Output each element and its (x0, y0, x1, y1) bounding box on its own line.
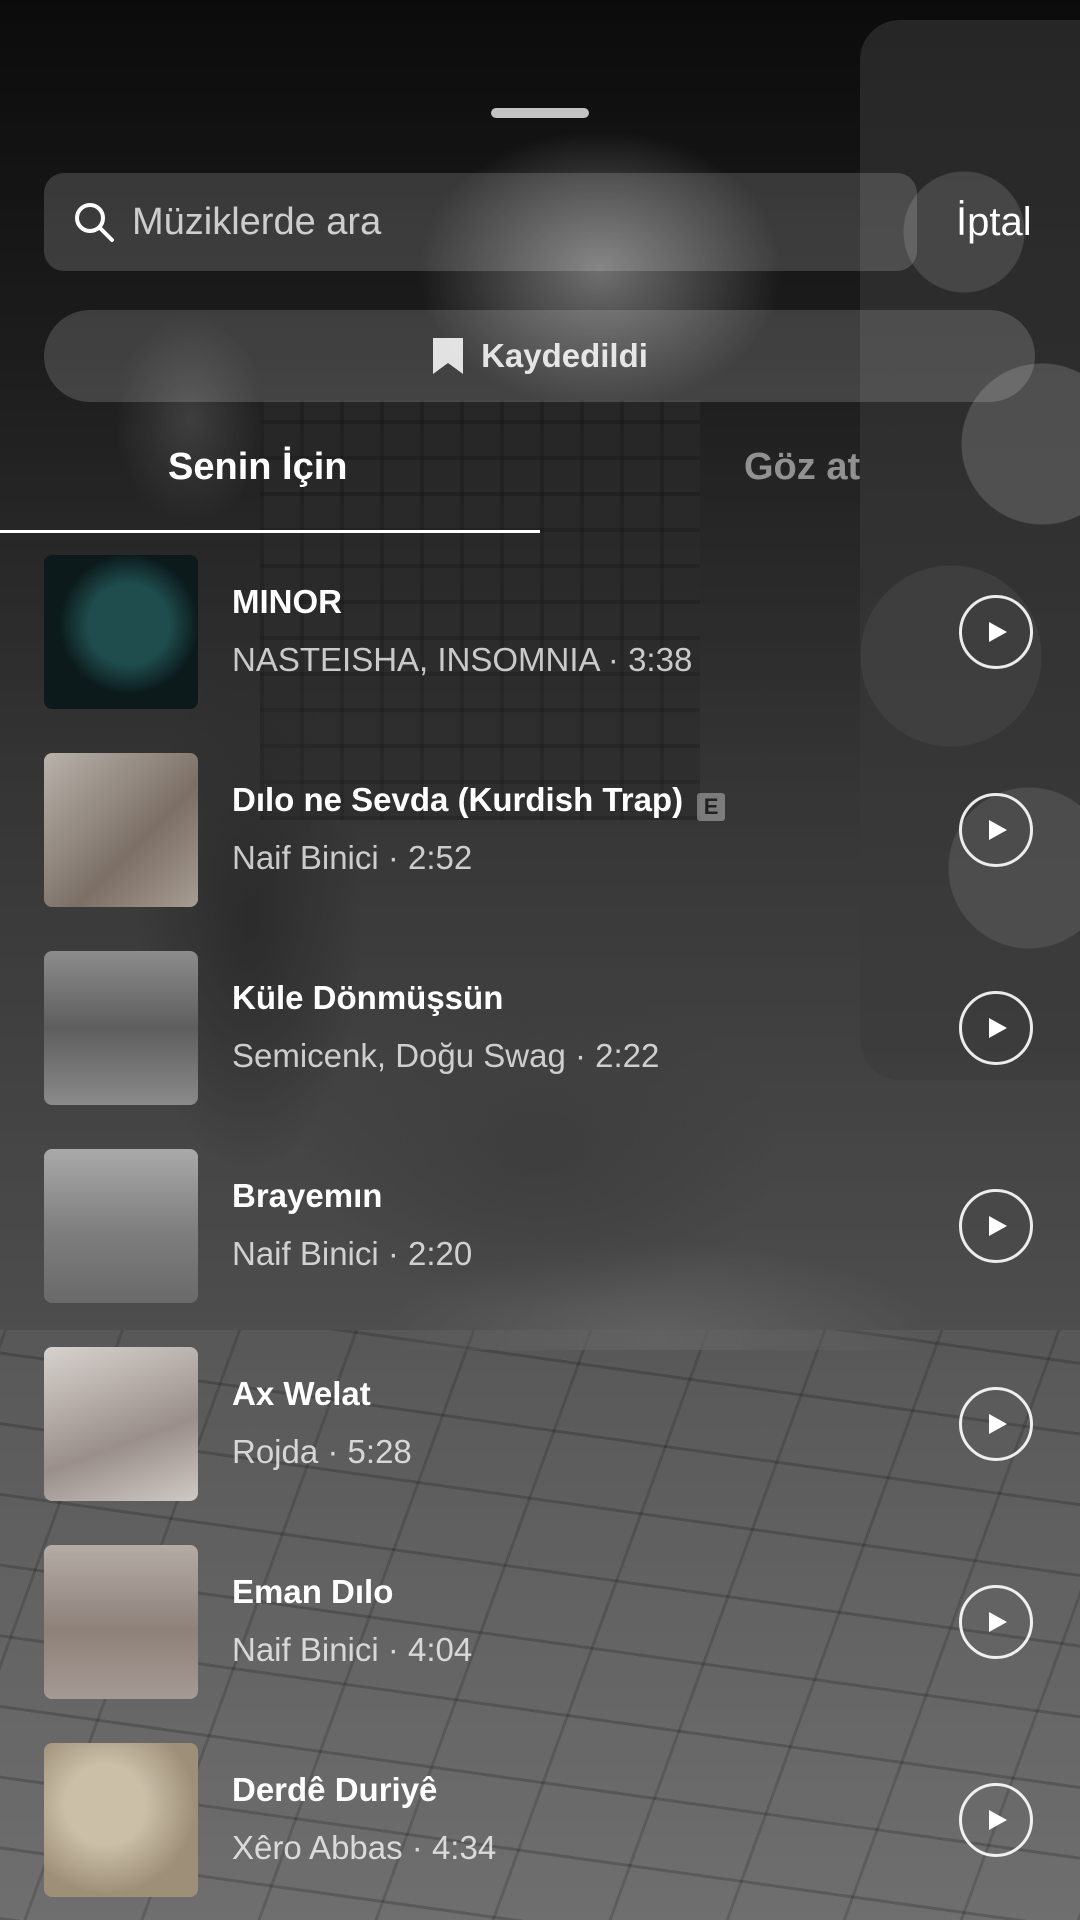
song-subtitle: Naif Binici · 2:20 (232, 1235, 473, 1272)
play-button[interactable] (959, 1585, 1033, 1659)
album-cover (44, 1347, 198, 1501)
bookmark-icon (433, 338, 464, 374)
album-cover (44, 753, 198, 907)
song-title: Ax Welat (232, 1375, 371, 1412)
play-icon (989, 1810, 1007, 1830)
play-button[interactable] (959, 793, 1033, 867)
play-icon (989, 1216, 1007, 1236)
song-subtitle: NASTEISHA, INSOMNIA · 3:38 (232, 641, 693, 678)
song-title: MINOR (232, 583, 342, 620)
song-subtitle: Naif Binici · 4:04 (232, 1631, 473, 1668)
album-cover (44, 951, 198, 1105)
album-cover (44, 555, 198, 709)
search-input[interactable] (130, 199, 917, 245)
saved-button[interactable]: Kaydedildi (44, 310, 1035, 402)
song-subtitle: Rojda · 5:28 (232, 1433, 412, 1470)
saved-label: Kaydedildi (481, 337, 648, 374)
play-icon (989, 1612, 1007, 1632)
tab-bar: Senin İçin Göz at (0, 440, 1080, 536)
song-title: Eman Dılo (232, 1573, 394, 1610)
song-title: Derdê Duriyê (232, 1771, 438, 1808)
search-bar[interactable] (44, 173, 917, 271)
play-icon (989, 1414, 1007, 1434)
play-icon (989, 820, 1007, 840)
play-button[interactable] (959, 991, 1033, 1065)
song-title-text: Dılo ne Sevda (Kurdish Trap) (232, 781, 684, 818)
song-subtitle: Xêro Abbas · 4:34 (232, 1829, 497, 1866)
play-button[interactable] (959, 1189, 1033, 1263)
album-cover (44, 1149, 198, 1303)
search-icon (75, 203, 114, 242)
explicit-badge: E (697, 793, 726, 821)
song-row[interactable]: Küle Dönmüşsün Semicenk, Doğu Swag · 2:2… (0, 951, 1080, 1111)
play-icon (989, 622, 1007, 642)
cancel-button[interactable]: İptal (956, 200, 1032, 245)
play-button[interactable] (959, 1783, 1033, 1857)
song-row[interactable]: Brayemın Naif Binici · 2:20 (0, 1149, 1080, 1309)
song-title: Küle Dönmüşsün (232, 979, 504, 1016)
sheet-drag-handle[interactable] (491, 108, 589, 118)
song-title: Dılo ne Sevda (Kurdish Trap) E (232, 781, 726, 821)
song-subtitle: Naif Binici · 2:52 (232, 839, 473, 876)
tab-browse[interactable]: Göz at (744, 446, 860, 489)
album-cover (44, 1743, 198, 1897)
song-row[interactable]: Dılo ne Sevda (Kurdish Trap) E Naif Binic… (0, 753, 1080, 913)
play-button[interactable] (959, 1387, 1033, 1461)
song-row[interactable]: MINOR NASTEISHA, INSOMNIA · 3:38 (0, 555, 1080, 715)
song-title: Brayemın (232, 1177, 383, 1214)
play-icon (989, 1018, 1007, 1038)
active-tab-indicator (0, 530, 540, 533)
album-cover (44, 1545, 198, 1699)
song-row[interactable]: Derdê Duriyê Xêro Abbas · 4:34 (0, 1743, 1080, 1903)
tab-for-you[interactable]: Senin İçin (168, 446, 347, 489)
play-button[interactable] (959, 595, 1033, 669)
song-subtitle: Semicenk, Doğu Swag · 2:22 (232, 1037, 660, 1074)
song-row[interactable]: Ax Welat Rojda · 5:28 (0, 1347, 1080, 1507)
song-row[interactable]: Eman Dılo Naif Binici · 4:04 (0, 1545, 1080, 1705)
